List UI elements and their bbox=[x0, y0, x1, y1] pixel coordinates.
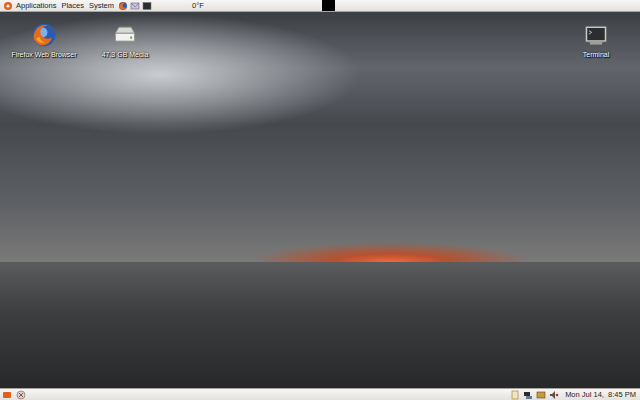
window-thumbnail[interactable] bbox=[322, 0, 335, 11]
desktop-icon-label: Terminal bbox=[583, 50, 609, 59]
trash-circle-icon[interactable] bbox=[16, 390, 26, 400]
main-menu: Applications Places System bbox=[16, 1, 114, 11]
launchers bbox=[118, 1, 152, 11]
drive-icon bbox=[111, 21, 139, 49]
desktop-icon-label: Firefox Web Browser bbox=[11, 50, 76, 59]
notification-area bbox=[510, 390, 559, 400]
desktop-icon[interactable]: 47.3 GB Media bbox=[87, 21, 163, 59]
show-desktop-icon[interactable] bbox=[2, 390, 12, 400]
desktop-icon[interactable]: Firefox Web Browser bbox=[6, 21, 82, 59]
terminal-launcher-icon[interactable] bbox=[142, 1, 152, 11]
display-icon[interactable] bbox=[536, 390, 546, 400]
network-icon[interactable] bbox=[523, 390, 533, 400]
wallpaper-sky bbox=[0, 12, 640, 262]
mail-launcher-icon[interactable] bbox=[130, 1, 140, 11]
wallpaper-water bbox=[0, 262, 640, 388]
ubuntu-logo-icon[interactable] bbox=[3, 1, 13, 11]
clipboard-icon[interactable] bbox=[510, 390, 520, 400]
menu-item[interactable]: Applications bbox=[16, 1, 56, 11]
weather-reading[interactable]: 0°F bbox=[192, 1, 204, 11]
terminal-icon bbox=[582, 21, 610, 49]
desktop-icon-label: 47.3 GB Media bbox=[102, 50, 149, 59]
desktop: Firefox Web Browser 47.3 GB Media Terminal bbox=[0, 12, 640, 388]
top-panel: Applications Places System 0°F bbox=[0, 0, 640, 12]
volume-icon[interactable] bbox=[549, 390, 559, 400]
clock[interactable]: Mon Jul 14, 8:45 PM bbox=[565, 390, 636, 400]
menu-item[interactable]: System bbox=[89, 1, 114, 11]
desktop-screen: ApplicationsPlacesSystem0°FFirefox Web B… bbox=[0, 0, 640, 400]
desktop-icon[interactable]: Terminal bbox=[558, 21, 634, 59]
menu-item[interactable]: Places bbox=[61, 1, 84, 11]
firefox-icon bbox=[30, 21, 58, 49]
bottom-panel: Mon Jul 14, 8:45 PM bbox=[0, 388, 640, 400]
firefox-launcher-icon[interactable] bbox=[118, 1, 128, 11]
